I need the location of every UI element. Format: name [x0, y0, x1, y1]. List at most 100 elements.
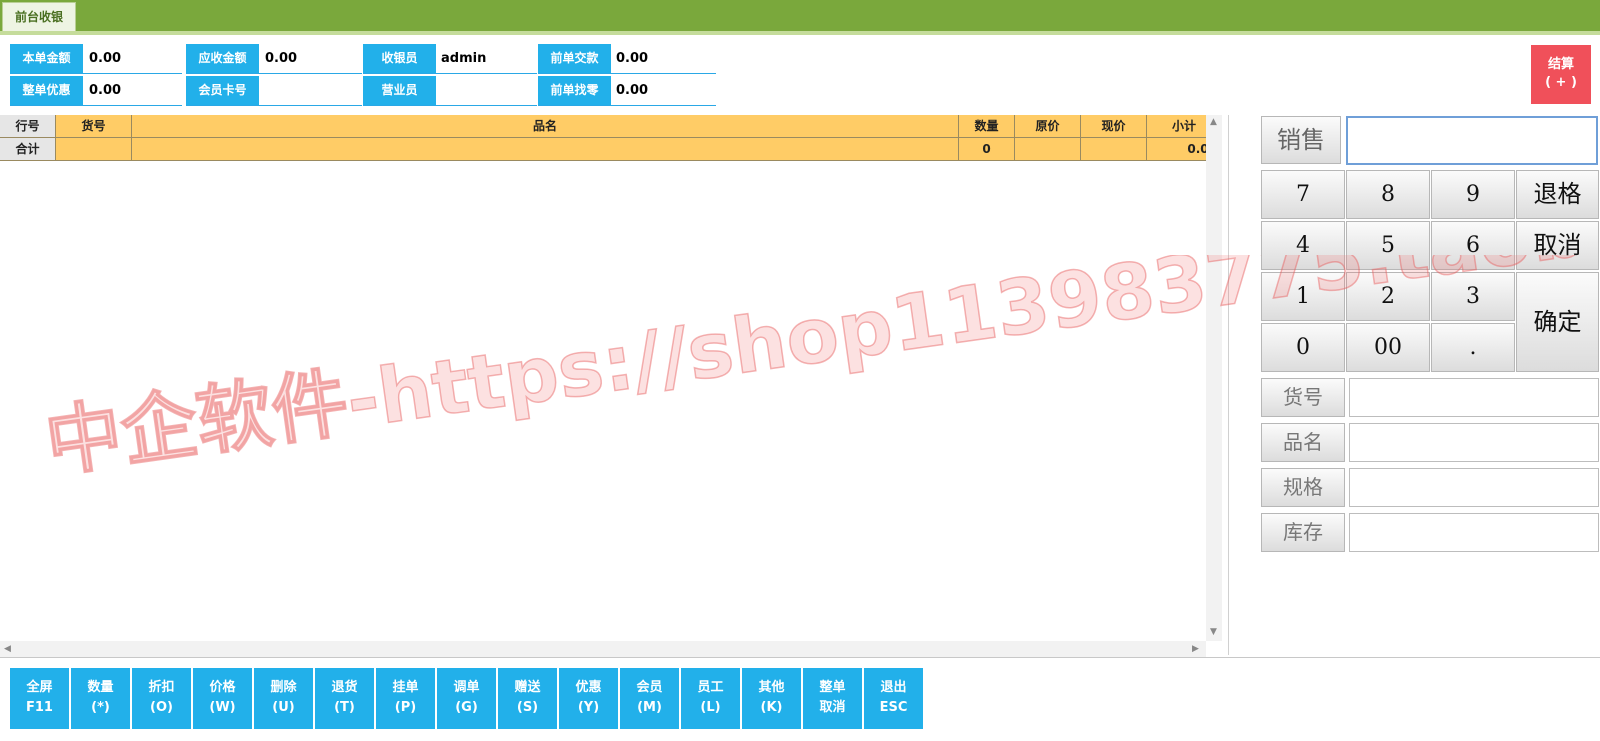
grid-vertical-scrollbar[interactable]: ▲ ▼ [1206, 115, 1222, 641]
total-item-name-cell [132, 138, 959, 161]
key-8[interactable]: 8 [1346, 170, 1430, 219]
order-amount-field: 本单金额 0.00 [10, 44, 182, 74]
key-dot[interactable]: . [1431, 323, 1515, 372]
key-0[interactable]: 0 [1261, 323, 1345, 372]
member-card-field[interactable]: 会员卡号 [186, 76, 362, 106]
salesperson-field[interactable]: 营业员 [363, 76, 537, 106]
hold-order-label: 挂单 [392, 680, 419, 695]
delete-button[interactable]: 删除 (U) [254, 668, 313, 729]
grid-header-row: 行号 货号 品名 数量 原价 现价 小计 [0, 115, 1222, 138]
scroll-left-arrow-icon[interactable]: ◀ [4, 644, 11, 654]
key-9[interactable]: 9 [1431, 170, 1515, 219]
col-header-current-price[interactable]: 现价 [1081, 115, 1147, 138]
col-header-quantity[interactable]: 数量 [959, 115, 1015, 138]
exit-button[interactable]: 退出 ESC [864, 668, 923, 729]
scroll-down-arrow-icon[interactable]: ▼ [1210, 627, 1217, 637]
prev-payment-value: 0.00 [616, 51, 649, 66]
order-amount-label: 本单金额 [10, 44, 83, 73]
recall-order-button[interactable]: 调单 (G) [437, 668, 496, 729]
other-shortcut: (K) [760, 700, 783, 715]
tab-front-checkout[interactable]: 前台收银 [2, 2, 76, 31]
key-00[interactable]: 00 [1346, 323, 1430, 372]
fullscreen-shortcut: F11 [26, 700, 53, 715]
receivable-amount-label: 应收金额 [186, 44, 259, 73]
cancel-order-label: 整单 [819, 680, 846, 695]
cancel-order-button[interactable]: 整单 取消 [803, 668, 862, 729]
member-card-label: 会员卡号 [186, 76, 259, 105]
member-label: 会员 [636, 680, 663, 695]
gift-label: 赠送 [514, 680, 541, 695]
promotion-label: 优惠 [575, 680, 602, 695]
receivable-amount-value: 0.00 [265, 51, 298, 66]
col-header-item-name[interactable]: 品名 [132, 115, 959, 138]
promotion-shortcut: (Y) [577, 700, 600, 715]
hold-order-button[interactable]: 挂单 (P) [376, 668, 435, 729]
hold-order-shortcut: (P) [394, 700, 417, 715]
checkout-shortcut: ( + ) [1545, 75, 1577, 90]
checkout-label: 结算 [1547, 57, 1574, 72]
key-2[interactable]: 2 [1346, 272, 1430, 321]
key-5[interactable]: 5 [1346, 221, 1430, 270]
salesperson-label: 营业员 [363, 76, 436, 105]
receivable-amount-field: 应收金额 0.00 [186, 44, 362, 74]
other-label: 其他 [758, 680, 785, 695]
stock-label: 库存 [1261, 513, 1345, 552]
quantity-shortcut: (*) [91, 700, 110, 715]
item-name-display [1349, 423, 1599, 462]
keypad-panel: 销售 7 8 9 退格 4 5 6 取消 1 2 3 确定 0 00 . 货号 … [1261, 116, 1599, 556]
product-grid[interactable]: 行号 货号 品名 数量 原价 现价 小计 合计 0 0.00 ▲ ▼ ◀ ▶ [0, 115, 1222, 657]
confirm-button[interactable]: 确定 [1516, 272, 1599, 372]
order-amount-value: 0.00 [89, 51, 122, 66]
total-current-price-cell [1081, 138, 1147, 161]
employee-button[interactable]: 员工 (L) [681, 668, 740, 729]
employee-shortcut: (L) [700, 700, 721, 715]
member-button[interactable]: 会员 (M) [620, 668, 679, 729]
order-discount-field: 整单优惠 0.00 [10, 76, 182, 106]
checkout-button[interactable]: 结算 ( + ) [1531, 45, 1591, 104]
grid-horizontal-scrollbar[interactable]: ◀ ▶ [0, 641, 1206, 657]
col-header-line-no[interactable]: 行号 [0, 115, 56, 138]
fullscreen-button[interactable]: 全屏 F11 [10, 668, 69, 729]
gift-button[interactable]: 赠送 (S) [498, 668, 557, 729]
panel-divider [1228, 115, 1229, 655]
prev-payment-label: 前单交款 [538, 44, 611, 73]
discount-label: 折扣 [148, 680, 175, 695]
return-button[interactable]: 退货 (T) [315, 668, 374, 729]
key-6[interactable]: 6 [1431, 221, 1515, 270]
prev-payment-field: 前单交款 0.00 [538, 44, 716, 74]
scroll-right-arrow-icon[interactable]: ▶ [1192, 644, 1199, 654]
discount-button[interactable]: 折扣 (O) [132, 668, 191, 729]
quantity-button[interactable]: 数量 (*) [71, 668, 130, 729]
recall-order-shortcut: (G) [455, 700, 478, 715]
scroll-up-arrow-icon[interactable]: ▲ [1210, 117, 1217, 127]
sale-input[interactable] [1346, 116, 1598, 165]
top-bar-underline [0, 31, 1600, 35]
recall-order-label: 调单 [453, 680, 480, 695]
gift-shortcut: (S) [516, 700, 539, 715]
discount-shortcut: (O) [150, 700, 173, 715]
backspace-button[interactable]: 退格 [1516, 170, 1599, 219]
grid-body[interactable]: 行号 货号 品名 数量 原价 现价 小计 合计 0 0.00 [0, 115, 1222, 641]
cancel-order-shortcut: 取消 [819, 700, 846, 715]
key-4[interactable]: 4 [1261, 221, 1345, 270]
stock-display [1349, 513, 1599, 552]
key-7[interactable]: 7 [1261, 170, 1345, 219]
prev-change-field: 前单找零 0.00 [538, 76, 716, 106]
price-button[interactable]: 价格 (W) [193, 668, 252, 729]
key-3[interactable]: 3 [1431, 272, 1515, 321]
fullscreen-label: 全屏 [26, 680, 53, 695]
grid-total-row: 合计 0 0.00 [0, 138, 1222, 161]
col-header-original-price[interactable]: 原价 [1015, 115, 1081, 138]
order-info-panel: 本单金额 0.00 应收金额 0.00 收银员 admin 前单交款 0.00 … [10, 44, 730, 110]
promotion-button[interactable]: 优惠 (Y) [559, 668, 618, 729]
col-header-item-code[interactable]: 货号 [56, 115, 132, 138]
price-label: 价格 [209, 680, 236, 695]
spec-display [1349, 468, 1599, 507]
other-button[interactable]: 其他 (K) [742, 668, 801, 729]
footer-divider [0, 657, 1600, 658]
key-1[interactable]: 1 [1261, 272, 1345, 321]
spec-label: 规格 [1261, 468, 1345, 507]
cancel-button[interactable]: 取消 [1516, 221, 1599, 270]
sale-mode-button[interactable]: 销售 [1261, 116, 1341, 164]
total-original-price-cell [1015, 138, 1081, 161]
